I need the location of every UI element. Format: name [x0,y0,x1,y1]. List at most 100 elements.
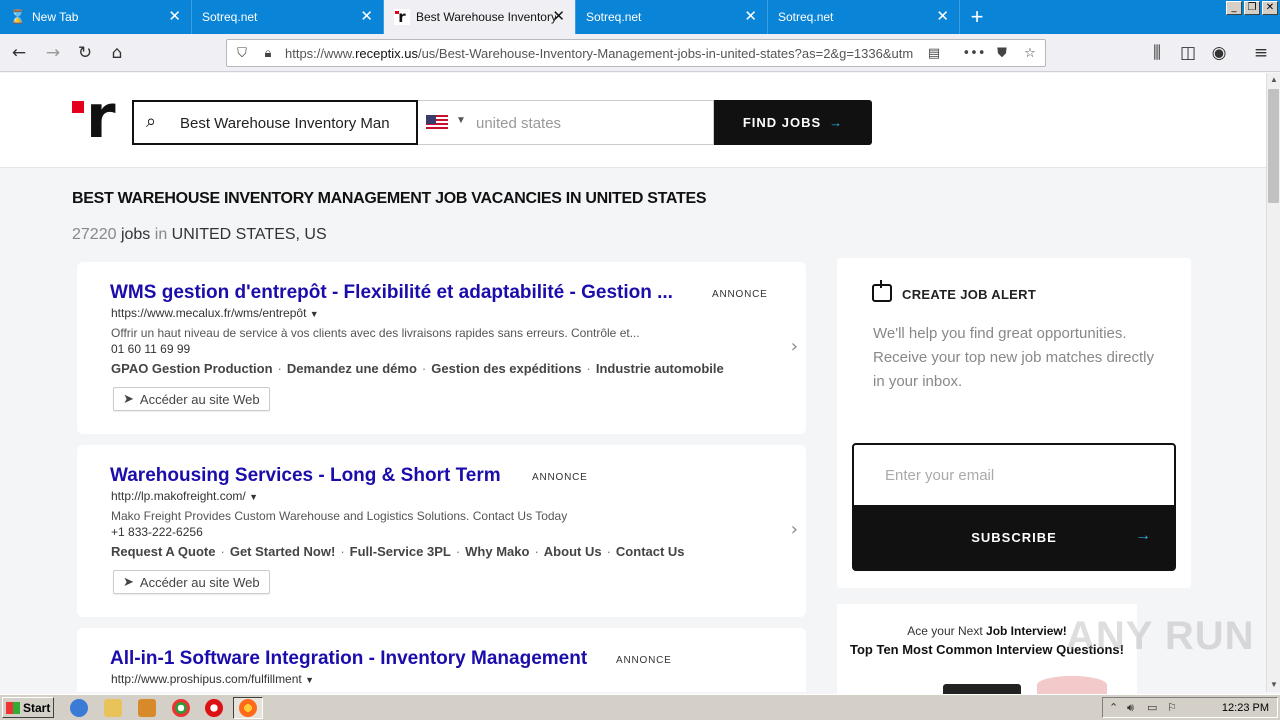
account-icon[interactable]: ◉ [1208,42,1230,64]
scroll-thumb[interactable] [1268,89,1279,203]
tab-close-icon[interactable]: ✕ [744,9,757,24]
ad-sitelinks: Request A Quote · Get Started Now! · Full-… [111,544,685,559]
ad-phone[interactable]: +1 833-222-6256 [111,524,203,540]
clock[interactable]: 12:23 PM [1222,702,1269,714]
media-player-icon[interactable] [138,699,156,717]
ad-sitelink[interactable]: About Us [544,544,602,559]
ad-sitelink[interactable]: Contact Us [616,544,685,559]
home-icon[interactable]: ⌂ [106,42,128,64]
find-jobs-button[interactable]: FIND JOBS → [714,100,872,145]
start-label: Start [23,700,51,715]
ad-sitelink[interactable]: Gestion des expéditions [431,361,581,376]
restore-icon[interactable]: ❐ [1244,1,1260,15]
opera-icon[interactable] [205,699,223,717]
windows-logo-icon [6,701,20,714]
ad-sitelink[interactable]: Full-Service 3PL [350,544,451,559]
chevron-right-icon[interactable]: › [791,519,798,540]
job-search-input[interactable] [180,111,408,135]
location-box: ▼ [418,100,714,145]
window-controls: _ ❐ ✕ [1224,0,1280,16]
lock-icon[interactable]: 🔒︎ [259,44,277,62]
caret-down-icon: ▼ [309,309,319,319]
network-icon[interactable]: ▭ [1147,701,1157,714]
back-arrow-icon[interactable]: ← [8,42,30,64]
bookmark-star-icon[interactable]: ☆ [1021,44,1039,62]
new-tab-plus-icon[interactable]: + [960,0,994,34]
ad-sitelink[interactable]: Get Started Now! [230,544,335,559]
taskbar-firefox-button[interactable] [233,697,263,719]
window-close-icon[interactable]: ✕ [1262,1,1278,15]
ad-title[interactable]: Warehousing Services - Long & Short Term [110,465,501,487]
tab-close-icon[interactable]: ✕ [552,9,565,24]
tray-expand-icon[interactable]: ⌃ [1109,701,1118,714]
receptix-logo[interactable]: r [72,87,118,147]
visit-site-button[interactable]: ➤ Accéder au site Web [113,387,270,411]
tab-title: Best Warehouse Inventory [416,10,556,24]
pocket-icon[interactable]: ⛊ [993,44,1011,62]
flag-icon[interactable]: ⚐ [1167,701,1177,714]
ad-sitelink[interactable]: GPAO Gestion Production [111,361,273,376]
ad-phone[interactable]: 01 60 11 69 99 [111,341,190,357]
scroll-up-arrow-icon[interactable]: ▲ [1267,73,1280,87]
ad-sitelink[interactable]: Why Mako [465,544,529,559]
volume-icon[interactable]: 🔊︎ [1127,701,1134,715]
browser-tab[interactable]: Sotreq.net ✕ [768,0,960,34]
chevron-right-icon[interactable]: › [791,336,798,357]
visit-site-button[interactable]: ➤ Accéder au site Web [113,570,270,594]
browser-tab-active[interactable]: r Best Warehouse Inventory ✕ [384,0,576,34]
job-alert-description: We'll help you find great opportunities.… [873,325,1154,390]
ad-card[interactable]: Warehousing Services - Long & Short Term… [77,445,806,617]
folder-icon[interactable] [104,699,122,717]
ad-card[interactable]: WMS gestion d'entrepôt - Flexibilité et … [77,262,806,434]
ad-url[interactable]: https://www.mecalux.fr/wms/entrepôt ▼ [111,306,319,320]
hourglass-icon: ⌛ [9,9,27,24]
subscribe-label: SUBSCRIBE [971,529,1057,545]
ad-badge: ANNONCE [712,289,768,300]
ad-url[interactable]: http://www.proshipus.com/fulfillment ▼ [111,672,314,686]
ad-badge: ANNONCE [532,472,588,483]
us-flag-icon[interactable] [426,115,448,131]
scroll-down-arrow-icon[interactable]: ▼ [1267,678,1280,692]
menu-hamburger-icon[interactable]: ≡ [1250,42,1272,64]
visit-site-label: Accéder au site Web [139,391,260,407]
windows-taskbar: Start ⌃ 🔊︎ ▭ ⚐ 12:23 PM [0,694,1280,720]
ad-card[interactable]: All-in-1 Software Integration - Inventor… [77,628,806,692]
minimize-icon[interactable]: _ [1226,1,1242,15]
ad-sitelink[interactable]: Industrie automobile [596,361,724,376]
ad-sitelink[interactable]: Demandez une démo [287,361,417,376]
tab-close-icon[interactable]: ✕ [360,9,373,24]
ie-icon[interactable] [70,699,88,717]
shield-icon[interactable]: ⛉ [233,44,251,62]
ad-url[interactable]: http://lp.makofreight.com/ ▼ [111,489,258,503]
sidebar-icon[interactable]: ◫ [1177,42,1199,64]
tab-title: New Tab [32,10,79,24]
url-text[interactable]: https://www.receptix.us/us/Best-Warehous… [285,46,921,61]
location-input[interactable] [476,112,696,134]
tab-close-icon[interactable]: ✕ [168,9,181,24]
forward-arrow-icon[interactable]: → [42,42,64,64]
address-bar[interactable]: ⛉ 🔒︎ https://www.receptix.us/us/Best-War… [226,39,1046,67]
page-actions-icon[interactable]: ••• [963,44,986,62]
job-count-number: 27220 [72,226,117,243]
job-search-box: ⌕ [132,100,418,145]
ad-title[interactable]: All-in-1 Software Integration - Inventor… [110,648,587,670]
caret-down-icon[interactable]: ▼ [456,115,466,126]
subscribe-button[interactable]: SUBSCRIBE → [854,505,1174,569]
caret-down-icon: ▼ [249,492,258,502]
start-button[interactable]: Start [2,697,54,718]
page-scrollbar[interactable]: ▲ ▼ [1266,73,1280,692]
ad-title[interactable]: WMS gestion d'entrepôt - Flexibilité et … [110,282,673,304]
caret-down-icon: ▼ [305,675,315,685]
ad-sitelink[interactable]: Request A Quote [111,544,216,559]
library-icon[interactable]: ⫼ [1146,42,1168,64]
browser-tab[interactable]: Sotreq.net ✕ [576,0,768,34]
browser-tab[interactable]: Sotreq.net ✕ [192,0,384,34]
chrome-icon[interactable] [172,699,190,717]
browser-tab[interactable]: ⌛ New Tab ✕ [0,0,192,34]
reload-icon[interactable]: ↻ [74,42,96,64]
email-input[interactable] [854,445,1174,505]
tab-close-icon[interactable]: ✕ [936,9,949,24]
ad-description: Mako Freight Provides Custom Warehouse a… [111,509,568,523]
reader-view-icon[interactable]: ▤ [925,44,943,62]
arrow-pointer-icon: ➤ [123,391,134,406]
